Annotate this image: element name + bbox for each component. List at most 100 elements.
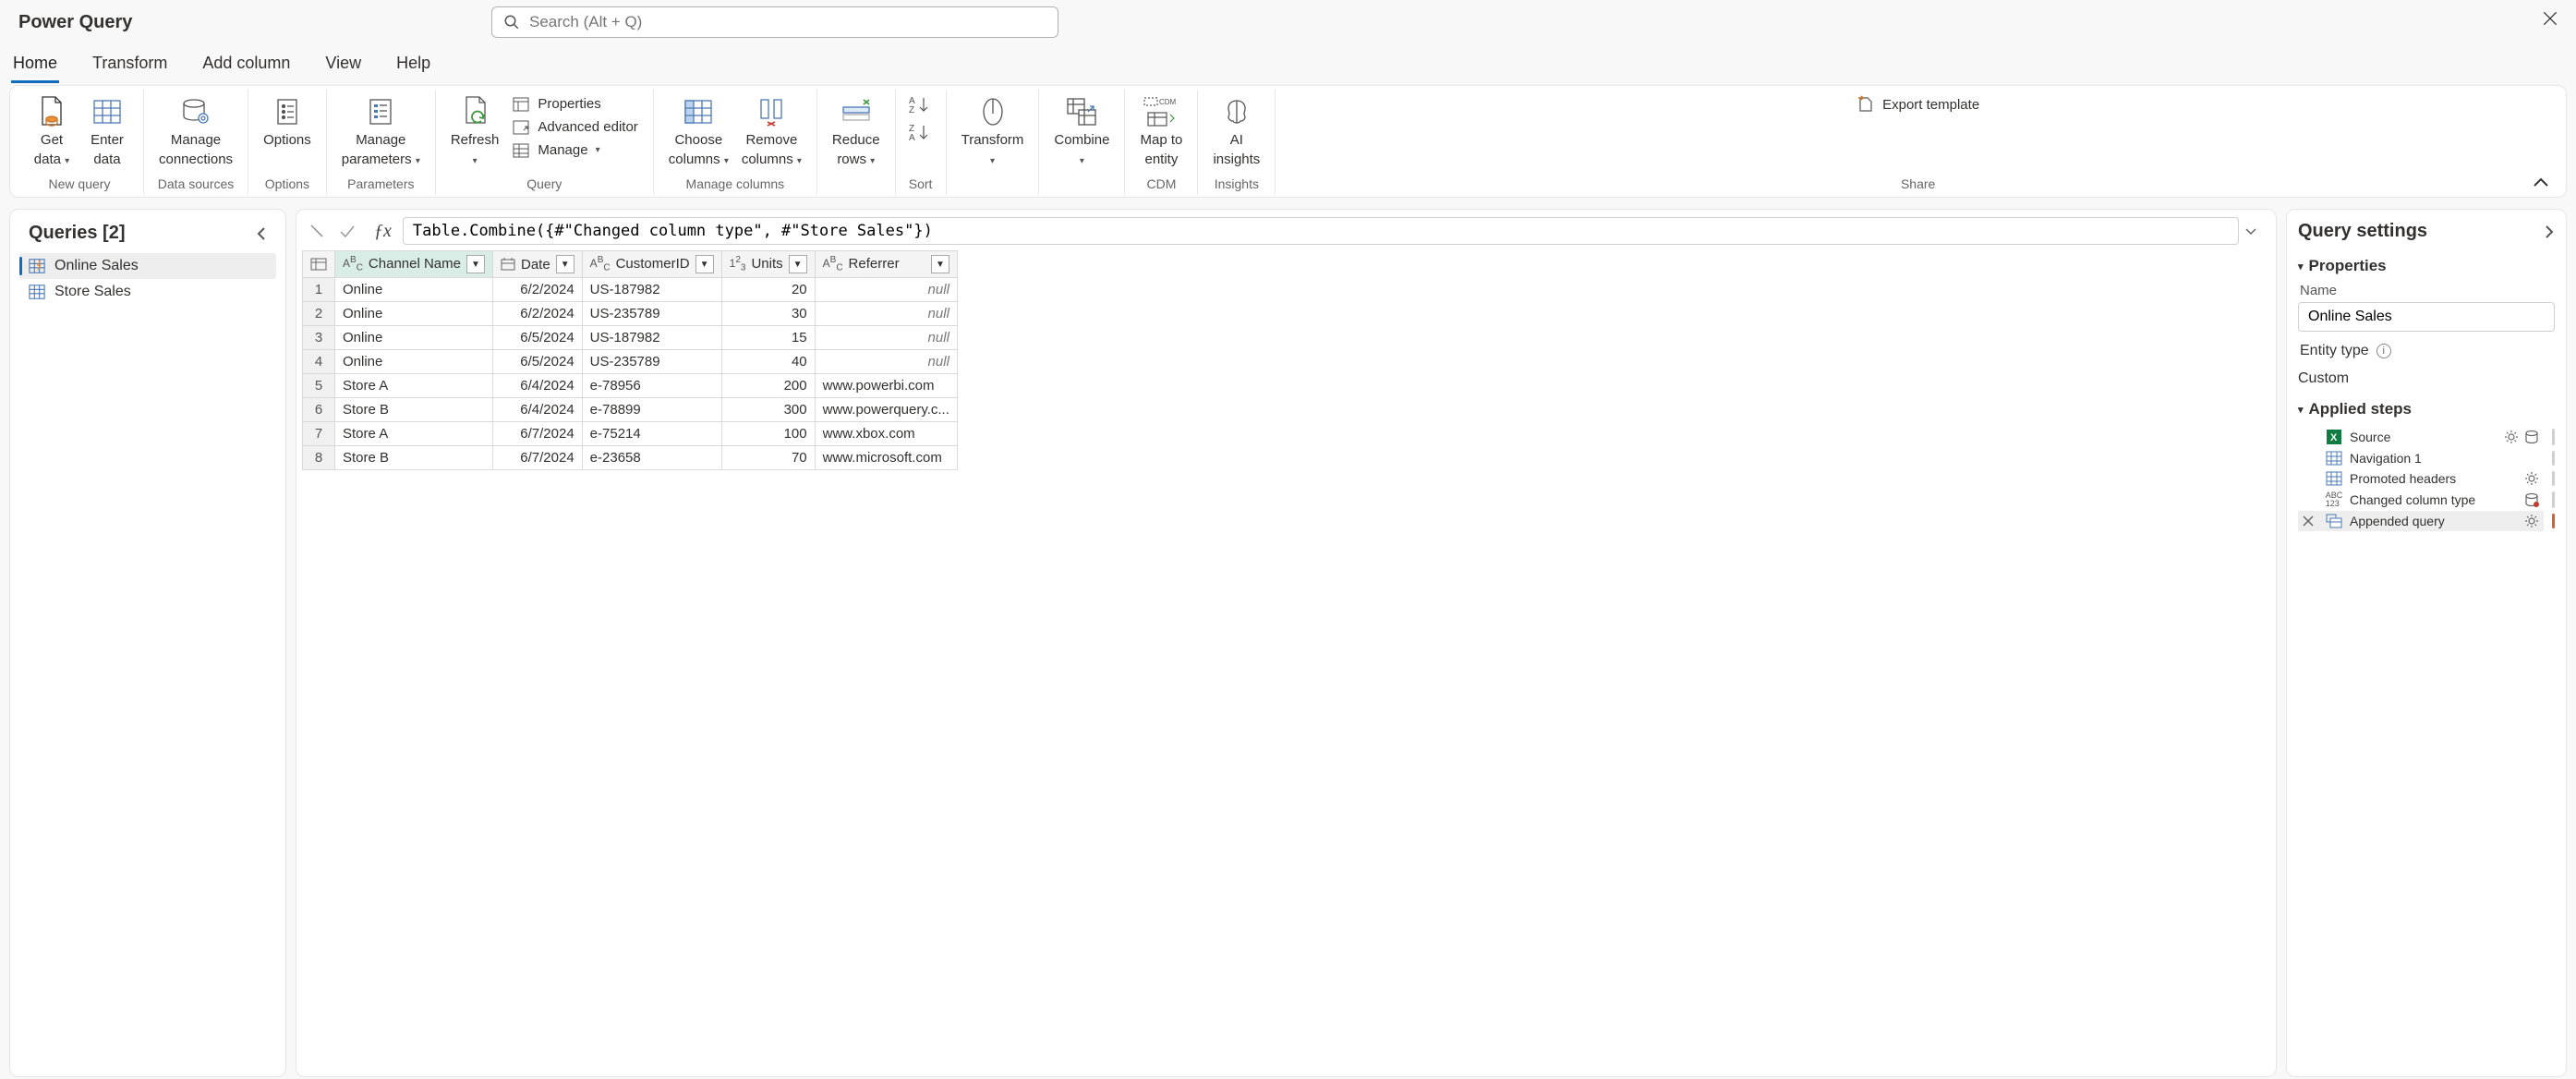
query-name-input[interactable] xyxy=(2298,302,2555,332)
cell[interactable]: 6/2/2024 xyxy=(492,278,582,302)
formula-input[interactable] xyxy=(403,217,2239,245)
cell[interactable]: 6/5/2024 xyxy=(492,326,582,350)
cell[interactable]: 40 xyxy=(721,350,815,374)
enter-data-button[interactable]: Enter data xyxy=(80,91,134,171)
cell[interactable]: 200 xyxy=(721,374,815,398)
cell[interactable]: US-187982 xyxy=(582,278,721,302)
cell[interactable]: 6/7/2024 xyxy=(492,422,582,446)
cell[interactable]: null xyxy=(815,326,957,350)
cell[interactable]: Store A xyxy=(335,422,493,446)
tab-add-column[interactable]: Add column xyxy=(200,50,292,80)
column-header[interactable]: 123Units▼ xyxy=(721,251,815,278)
cell[interactable]: US-235789 xyxy=(582,302,721,326)
cell[interactable]: 6/5/2024 xyxy=(492,350,582,374)
table-row[interactable]: 1Online6/2/2024US-18798220null xyxy=(303,278,958,302)
data-table[interactable]: ABCChannel Name▼Date▼ABCCustomerID▼123Un… xyxy=(302,250,958,470)
gear-icon[interactable] xyxy=(2523,514,2540,528)
gear-icon[interactable] xyxy=(2523,471,2540,486)
cell[interactable]: Store A xyxy=(335,374,493,398)
filter-button[interactable]: ▼ xyxy=(931,255,949,273)
confirm-formula-button[interactable] xyxy=(339,224,363,238)
table-row[interactable]: 8Store B6/7/2024e-2365870www.microsoft.c… xyxy=(303,446,958,470)
reduce-rows-button[interactable]: Reduce rows ▾ xyxy=(827,91,886,171)
type-icon[interactable]: ABC xyxy=(343,255,363,273)
table-row[interactable]: 6Store B6/4/2024e-78899300www.powerquery… xyxy=(303,398,958,422)
cell[interactable]: www.xbox.com xyxy=(815,422,957,446)
cell[interactable]: 6/4/2024 xyxy=(492,374,582,398)
database-icon[interactable] xyxy=(2523,492,2540,507)
row-number[interactable]: 5 xyxy=(303,374,335,398)
cell[interactable]: US-235789 xyxy=(582,350,721,374)
ai-insights-button[interactable]: AI insights xyxy=(1207,91,1265,171)
cancel-formula-button[interactable] xyxy=(309,224,333,238)
cell[interactable]: Online xyxy=(335,278,493,302)
table-corner[interactable] xyxy=(303,251,335,278)
advanced-editor-button[interactable]: Advanced editor xyxy=(506,116,643,138)
collapse-ribbon-button[interactable] xyxy=(2533,176,2549,188)
info-icon[interactable]: i xyxy=(2376,344,2391,358)
refresh-button[interactable]: Refresh ▾ xyxy=(445,91,505,171)
transform-button[interactable]: Transform ▾ xyxy=(956,91,1030,171)
cell[interactable]: Online xyxy=(335,302,493,326)
database-icon[interactable] xyxy=(2523,430,2540,444)
cell[interactable]: 100 xyxy=(721,422,815,446)
cell[interactable]: null xyxy=(815,350,957,374)
tab-transform[interactable]: Transform xyxy=(91,50,169,80)
cell[interactable]: e-23658 xyxy=(582,446,721,470)
close-button[interactable] xyxy=(2541,9,2559,28)
applied-step[interactable]: XSource xyxy=(2298,426,2544,448)
row-number[interactable]: 7 xyxy=(303,422,335,446)
cell[interactable]: 15 xyxy=(721,326,815,350)
cell[interactable]: 300 xyxy=(721,398,815,422)
applied-step[interactable]: Promoted headers xyxy=(2298,468,2544,489)
row-number[interactable]: 8 xyxy=(303,446,335,470)
collapse-queries-button[interactable] xyxy=(256,226,267,241)
choose-columns-button[interactable]: Choose columns ▾ xyxy=(663,91,734,171)
cell[interactable]: 6/2/2024 xyxy=(492,302,582,326)
tab-home[interactable]: Home xyxy=(11,50,59,83)
column-header[interactable]: Date▼ xyxy=(492,251,582,278)
cell[interactable]: null xyxy=(815,278,957,302)
cell[interactable]: Store B xyxy=(335,398,493,422)
applied-steps-section-toggle[interactable]: ▾ Applied steps xyxy=(2298,400,2555,418)
cell[interactable]: www.powerquery.c... xyxy=(815,398,957,422)
combine-button[interactable]: Combine ▾ xyxy=(1048,91,1115,171)
filter-button[interactable]: ▼ xyxy=(789,255,807,273)
table-row[interactable]: 3Online6/5/2024US-18798215null xyxy=(303,326,958,350)
tab-view[interactable]: View xyxy=(323,50,363,80)
query-item[interactable]: Store Sales xyxy=(19,279,276,305)
cell[interactable]: Online xyxy=(335,350,493,374)
map-to-entity-button[interactable]: CDM Map to entity xyxy=(1134,91,1188,171)
get-data-button[interactable]: Get data ▾ xyxy=(25,91,79,171)
manage-button[interactable]: Manage ▾ xyxy=(506,139,605,161)
query-item[interactable]: Online Sales xyxy=(19,253,276,279)
table-row[interactable]: 4Online6/5/2024US-23578940null xyxy=(303,350,958,374)
cell[interactable]: e-78956 xyxy=(582,374,721,398)
gear-icon[interactable] xyxy=(2503,430,2520,444)
tab-help[interactable]: Help xyxy=(394,50,432,80)
column-header[interactable]: ABCCustomerID▼ xyxy=(582,251,721,278)
export-template-button[interactable]: Export template xyxy=(1851,91,1985,116)
row-number[interactable]: 6 xyxy=(303,398,335,422)
properties-button[interactable]: Properties xyxy=(506,93,606,115)
cell[interactable]: 30 xyxy=(721,302,815,326)
table-row[interactable]: 7Store A6/7/2024e-75214100www.xbox.com xyxy=(303,422,958,446)
remove-columns-button[interactable]: Remove columns ▾ xyxy=(736,91,807,171)
column-header[interactable]: ABCChannel Name▼ xyxy=(335,251,493,278)
properties-section-toggle[interactable]: ▾ Properties xyxy=(2298,257,2555,275)
manage-connections-button[interactable]: Manage connections xyxy=(153,91,238,171)
row-number[interactable]: 1 xyxy=(303,278,335,302)
type-icon[interactable]: ABC xyxy=(590,255,611,273)
applied-step[interactable]: ABC123Changed column type xyxy=(2298,489,2544,511)
cell[interactable]: US-187982 xyxy=(582,326,721,350)
cell[interactable]: www.microsoft.com xyxy=(815,446,957,470)
cell[interactable]: 70 xyxy=(721,446,815,470)
row-number[interactable]: 2 xyxy=(303,302,335,326)
manage-parameters-button[interactable]: Manage parameters ▾ xyxy=(336,91,426,171)
cell[interactable]: 6/4/2024 xyxy=(492,398,582,422)
column-header[interactable]: ABCReferrer▼ xyxy=(815,251,957,278)
cell[interactable]: 20 xyxy=(721,278,815,302)
filter-button[interactable]: ▼ xyxy=(556,255,574,273)
options-button[interactable]: Options xyxy=(258,91,317,171)
cell[interactable]: e-78899 xyxy=(582,398,721,422)
